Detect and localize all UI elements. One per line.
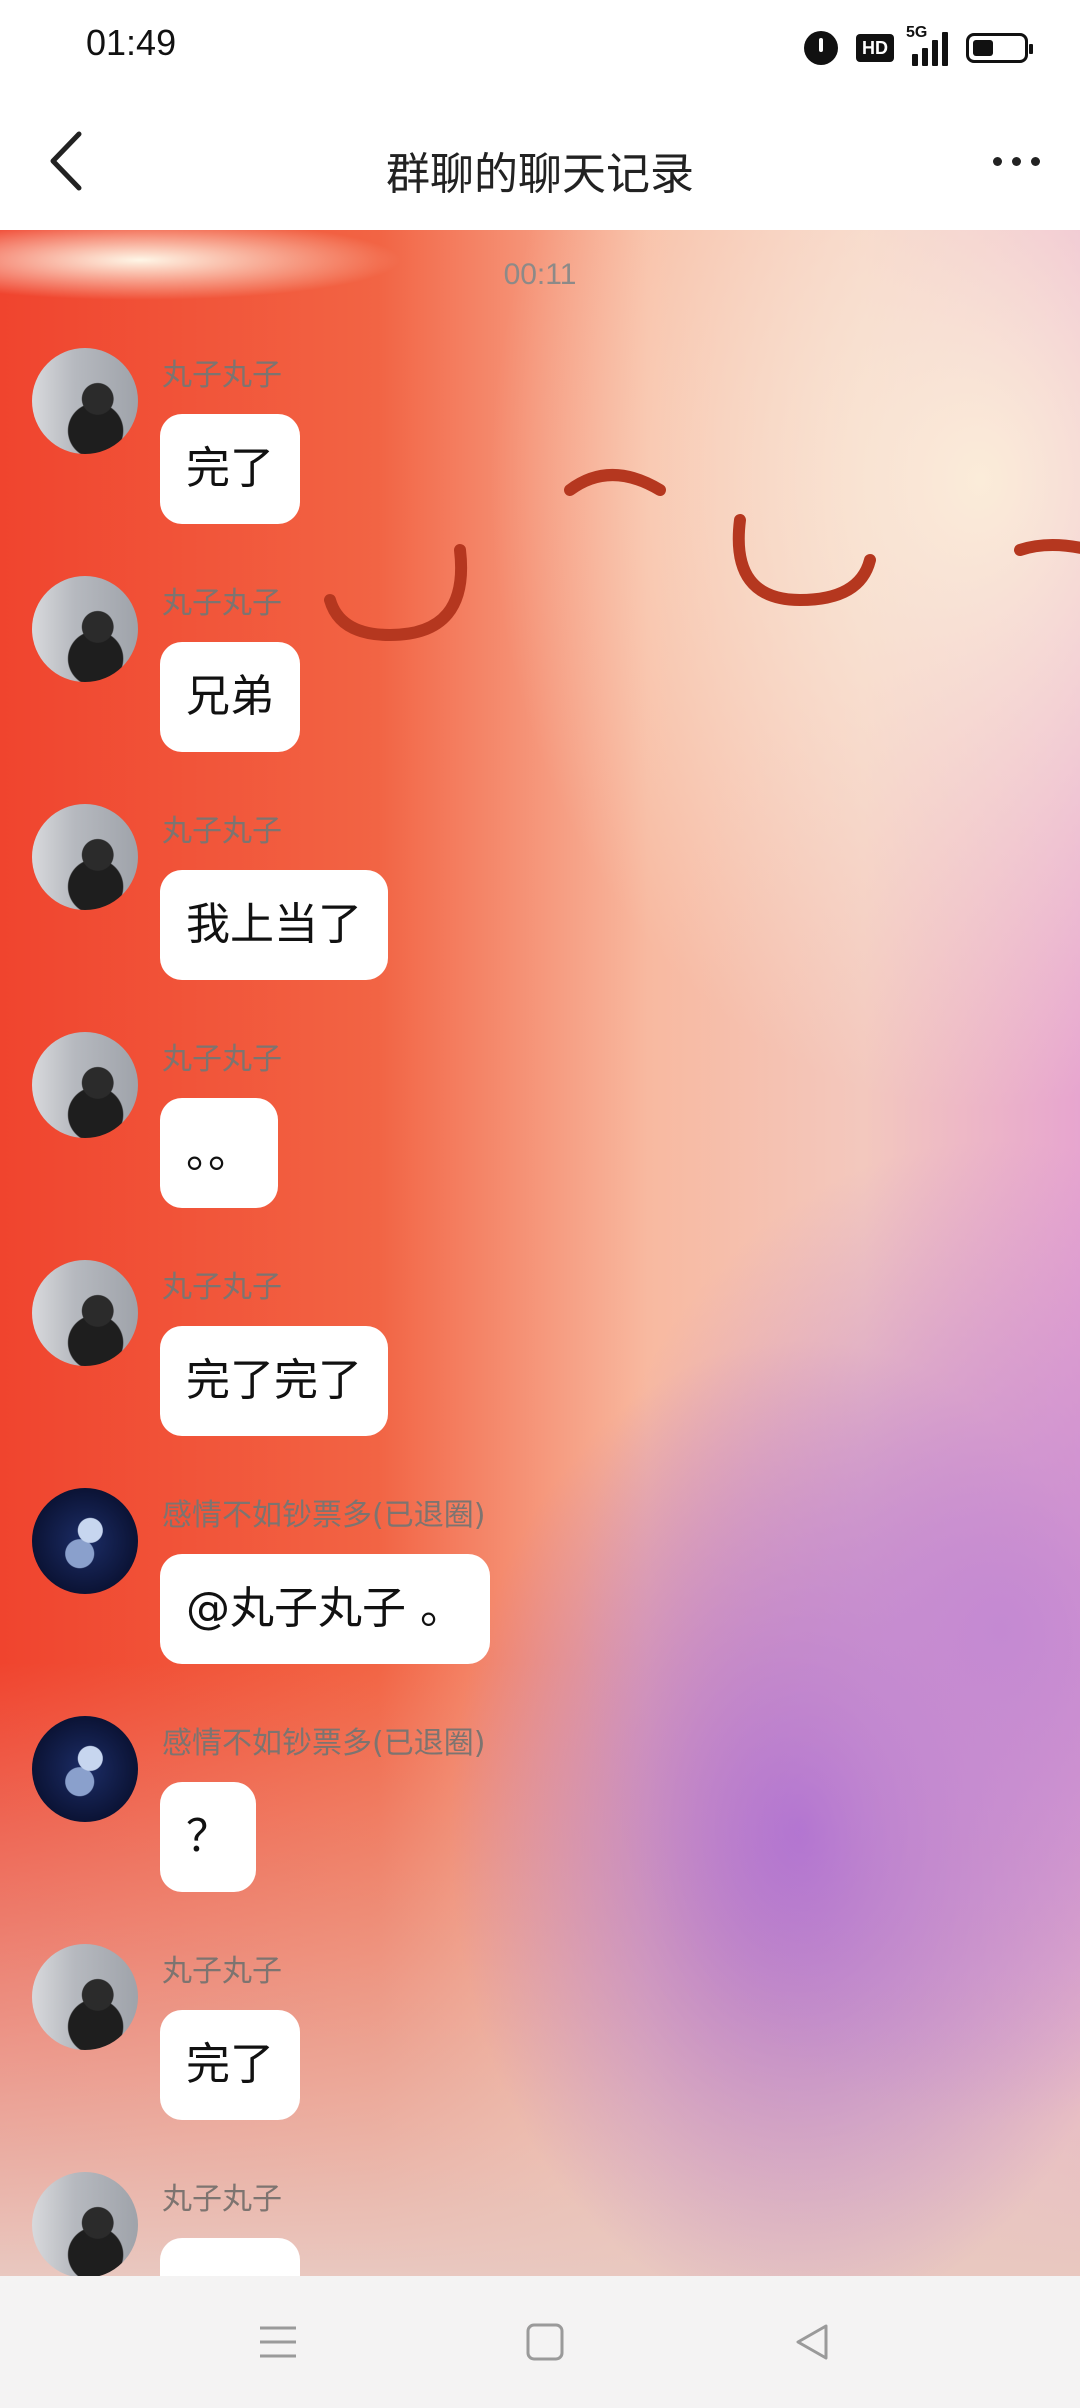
background-decoration <box>1014 539 1080 556</box>
sender-name: 感情不如钞票多(已退圈) <box>162 1498 486 1533</box>
navigation-bar <box>0 2276 1080 2408</box>
sender-name: 丸子丸子 <box>162 814 282 849</box>
nav-back-button[interactable] <box>782 2316 842 2368</box>
message-bubble[interactable]: 完了完了 <box>160 1326 388 1436</box>
message-bubble[interactable] <box>160 2238 300 2276</box>
alarm-icon <box>804 31 838 65</box>
background-decoration <box>324 544 468 642</box>
battery-icon <box>966 33 1033 63</box>
menu-icon <box>260 2326 296 2358</box>
background-decoration <box>732 514 876 607</box>
status-icons: HD 5G <box>804 24 1033 70</box>
avatar[interactable] <box>32 1488 138 1594</box>
sender-name: 丸子丸子 <box>162 358 282 393</box>
more-dot <box>1011 156 1021 166</box>
more-button[interactable] <box>976 136 1056 186</box>
back-triangle-icon <box>796 2324 828 2360</box>
sender-name: 丸子丸子 <box>162 2182 282 2217</box>
avatar[interactable] <box>32 1944 138 2050</box>
sender-name: 丸子丸子 <box>162 586 282 621</box>
avatar[interactable] <box>32 804 138 910</box>
hd-icon: HD <box>856 34 894 62</box>
avatar[interactable] <box>32 1260 138 1366</box>
sender-name: 丸子丸子 <box>162 1270 282 1305</box>
avatar[interactable] <box>32 348 138 454</box>
avatar[interactable] <box>32 1032 138 1138</box>
more-dot <box>1030 156 1040 166</box>
message-bubble[interactable]: 我上当了 <box>160 870 388 980</box>
message-bubble[interactable]: @丸子丸子 。 <box>160 1554 490 1664</box>
home-square-icon <box>526 2323 564 2361</box>
page-title: 群聊的聊天记录 <box>386 149 694 200</box>
status-time: 01:49 <box>86 22 177 63</box>
avatar[interactable] <box>32 576 138 682</box>
sender-name: 丸子丸子 <box>162 1954 282 1989</box>
sender-name: 感情不如钞票多(已退圈) <box>162 1726 486 1761</box>
status-bar: 01:49 HD 5G <box>0 0 1080 96</box>
message-bubble[interactable]: 完了 <box>160 2010 300 2120</box>
more-dots-icon <box>992 156 1002 166</box>
message-bubble[interactable]: 完了 <box>160 414 300 524</box>
chat-timestamp: 00:11 <box>503 258 577 291</box>
title-bar: 群聊的聊天记录 <box>0 96 1080 230</box>
avatar[interactable] <box>32 2172 138 2276</box>
nav-home-button[interactable] <box>515 2316 575 2368</box>
sender-name: 丸子丸子 <box>162 1042 282 1077</box>
network-type-label: 5G <box>906 24 928 41</box>
message-bubble[interactable]: 。。 <box>160 1098 278 1208</box>
background-decoration <box>564 469 666 496</box>
chat-area[interactable]: 00:11 丸子丸子 完了 丸子丸子 兄弟 丸子丸子 我上当了 丸子丸子 。。 … <box>0 230 1080 2276</box>
avatar[interactable] <box>32 1716 138 1822</box>
signal-icon: 5G <box>906 24 948 66</box>
nav-menu-button[interactable] <box>248 2316 308 2368</box>
message-bubble[interactable]: 兄弟 <box>160 642 300 752</box>
message-bubble[interactable]: ？ <box>160 1782 256 1892</box>
